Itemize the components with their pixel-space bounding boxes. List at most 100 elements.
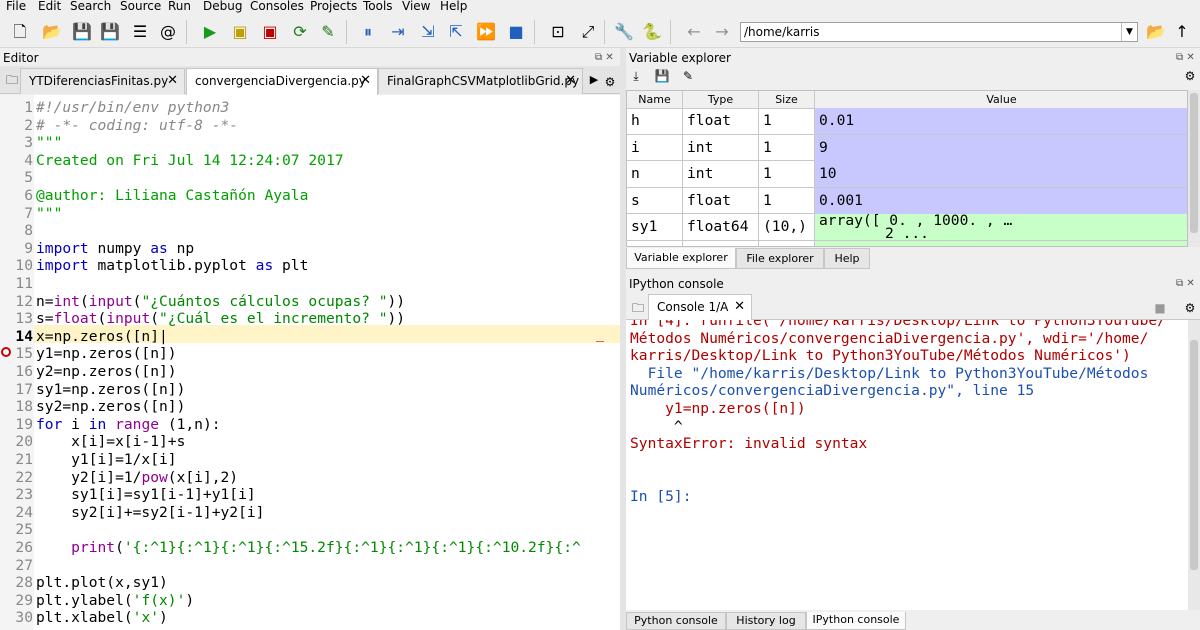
variable-table-scrollbar[interactable]: [1188, 90, 1200, 247]
error-icon[interactable]: [1, 347, 11, 357]
browse-tabs-icon[interactable]: 🗀: [2, 70, 22, 90]
menu-view[interactable]: View: [402, 0, 430, 13]
at-icon[interactable]: @: [158, 22, 178, 42]
console-line: Métodos Numéricos/convergenciaDivergenci…: [630, 329, 1149, 347]
line-number: 25: [15, 521, 33, 539]
code-line: y1[i]=1/x[i]: [36, 451, 177, 468]
code-line: y2=np.zeros([n]): [36, 363, 177, 380]
chevron-down-icon[interactable]: ▼: [1121, 23, 1137, 41]
step-icon[interactable]: ⇥: [388, 22, 408, 42]
code-line: import numpy as np: [36, 239, 195, 257]
tab-variable-explorer[interactable]: Variable explorer: [626, 248, 736, 269]
console-bottom-tabs: Python console History log IPython console: [626, 612, 1200, 630]
continue-icon[interactable]: ⏩: [476, 22, 496, 42]
console-line: Numéricos/convergenciaDivergencia.py", l…: [630, 382, 1035, 400]
column-header-value[interactable]: Value: [815, 91, 1187, 109]
pane-controls[interactable]: ⧉ ✕: [595, 52, 614, 63]
menu-help[interactable]: Help: [440, 0, 467, 13]
tab-ipython-console[interactable]: IPython console: [806, 612, 906, 630]
variable-table: Name Type Size Value h float 1 0.01 i int 1 9 n int 1 1…: [626, 90, 1188, 247]
variable-row[interactable]: s float 1 0.001: [627, 187, 1187, 214]
forward-icon[interactable]: →: [712, 22, 732, 42]
code-line: Created on Fri Jul 14 12:24:07 2017: [36, 151, 344, 169]
run-icon[interactable]: ▶: [200, 22, 220, 42]
console-scrollbar[interactable]: [1188, 320, 1200, 610]
run-selection-icon[interactable]: ✎: [318, 22, 338, 42]
variable-row[interactable]: h float 1 0.01: [627, 108, 1187, 135]
maximize-pane-icon[interactable]: ⊡: [548, 22, 568, 42]
menu-run[interactable]: Run: [168, 0, 191, 13]
tab-file-explorer[interactable]: File explorer: [736, 248, 824, 269]
code-line: s=float(input("¿Cuál es el incremento? "…: [36, 310, 406, 328]
stop-kernel-icon[interactable]: ■: [1150, 298, 1170, 318]
close-icon[interactable]: ✕: [565, 69, 576, 93]
variable-row[interactable]: n int 1 10: [627, 161, 1187, 188]
menu-consoles[interactable]: Consoles: [250, 0, 304, 13]
step-into-icon[interactable]: ⇲: [418, 22, 438, 42]
preferences-icon[interactable]: 🔧: [614, 22, 634, 42]
close-icon[interactable]: ✕: [360, 69, 371, 93]
options-gear-icon[interactable]: ⚙: [600, 72, 620, 92]
column-header-size[interactable]: Size: [759, 91, 815, 109]
editor-tab[interactable]: convergenciaDivergencia.py ✕: [186, 68, 378, 95]
step-return-icon[interactable]: ⇱: [446, 22, 466, 42]
menu-debug[interactable]: Debug: [203, 0, 242, 13]
tab-console-1a[interactable]: Console 1/A ✕: [648, 294, 752, 321]
pane-controls[interactable]: ⧉ ✕: [1176, 52, 1195, 63]
save-data-icon[interactable]: 💾: [652, 66, 672, 86]
tab-python-console[interactable]: Python console: [626, 612, 726, 630]
column-header-type[interactable]: Type: [683, 91, 759, 109]
variable-row[interactable]: sy2float64(10,)array([ 0 , 1000000: [627, 240, 1187, 246]
rerun-icon[interactable]: ⟳: [290, 22, 310, 42]
save-all-icon[interactable]: 💾: [100, 22, 120, 42]
stop-debug-icon[interactable]: ■: [506, 22, 526, 42]
console-line: In [4]: runfile('/home/karris/Desktop/Li…: [630, 320, 1166, 329]
working-directory-input[interactable]: /home/karris ▼: [740, 22, 1138, 42]
list-icon[interactable]: ☰: [130, 22, 150, 42]
console-output[interactable]: In [4]: runfile('/home/karris/Desktop/Li…: [626, 320, 1188, 610]
console-line: SyntaxError: invalid syntax: [630, 435, 868, 453]
tab-history-log[interactable]: History log: [726, 612, 806, 630]
variable-value: array([ 0 , 1000000: [815, 240, 1187, 246]
code-editor[interactable]: 1 2 3 4 5 6 7 8 9 10 11 12 13 14 15 16 17 18 19 20 21 22 23 24 2…: [0, 95, 620, 630]
options-gear-icon[interactable]: ⚙: [1180, 298, 1200, 318]
tab-help[interactable]: Help: [824, 248, 870, 269]
open-file-icon[interactable]: 📂: [42, 22, 62, 42]
pane-controls[interactable]: ⧉ ✕: [1176, 278, 1195, 289]
menu-source[interactable]: Source: [120, 0, 161, 13]
code-line: plt.ylabel('f(x)'): [36, 591, 195, 609]
remove-variables-icon[interactable]: ✎: [678, 66, 698, 86]
menu-file[interactable]: File: [6, 0, 26, 13]
back-icon[interactable]: ←: [684, 22, 704, 42]
fullscreen-icon[interactable]: ⤢: [578, 22, 598, 42]
parent-dir-icon[interactable]: ↑: [1172, 22, 1192, 42]
browse-folder-icon[interactable]: 📂: [1146, 22, 1166, 42]
close-icon[interactable]: ✕: [167, 69, 178, 93]
close-icon[interactable]: ✕: [734, 295, 745, 319]
options-gear-icon[interactable]: ⚙: [1180, 66, 1200, 86]
python-path-icon[interactable]: 🐍: [642, 22, 662, 42]
menu-search[interactable]: Search: [70, 0, 111, 13]
variable-size: (10,): [759, 214, 815, 240]
code-line: y1=np.zeros([n]): [36, 345, 177, 363]
menu-tools[interactable]: Tools: [363, 0, 393, 13]
column-header-name[interactable]: Name: [627, 91, 683, 109]
variable-row[interactable]: sy1 float64 (10,) array([ 0. , 1000. , … 2 .…: [627, 214, 1187, 241]
run-cell-advance-icon[interactable]: ▣: [260, 22, 280, 42]
editor-tab[interactable]: FinalGraphCSVMatplotlibGrid.py ✕: [378, 68, 583, 94]
code-line: @author: Liliana Castañón Ayala: [36, 187, 309, 204]
variable-type: float64: [683, 214, 759, 240]
editor-tab[interactable]: YTDiferenciasFinitas.py ✕: [20, 68, 185, 94]
menu-projects[interactable]: Projects: [310, 0, 357, 13]
run-cell-icon[interactable]: ▣: [230, 22, 250, 42]
save-icon[interactable]: 💾: [72, 22, 92, 42]
editor-tab-label: FinalGraphCSVMatplotlibGrid.py: [387, 74, 580, 88]
menu-edit[interactable]: Edit: [38, 0, 61, 13]
variable-name: h: [627, 108, 683, 134]
variable-row[interactable]: i int 1 9: [627, 134, 1187, 161]
browse-tabs-icon[interactable]: 🗀: [628, 298, 648, 318]
debug-icon[interactable]: ⏸: [358, 22, 378, 42]
new-file-icon[interactable]: 🗋: [10, 22, 30, 42]
variable-size: 1: [759, 134, 815, 161]
import-data-icon[interactable]: ⤓: [626, 66, 646, 86]
